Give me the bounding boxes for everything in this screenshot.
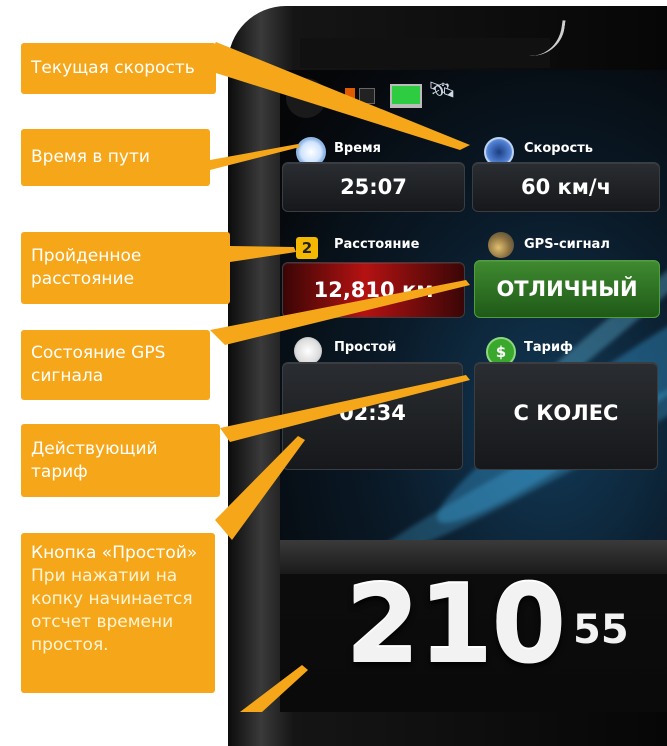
callout-distance: Пройденное расстояние — [21, 232, 230, 304]
callout-current-speed: Текущая скорость — [21, 43, 216, 94]
callout-idle-button: Кнопка «Простой» При нажатии на копку на… — [21, 533, 215, 693]
callout-tariff: Действующий тариф — [21, 424, 220, 497]
callout-gps: Состояние GPS сигнала — [21, 330, 210, 400]
callout-travel-time: Время в пути — [21, 129, 210, 186]
